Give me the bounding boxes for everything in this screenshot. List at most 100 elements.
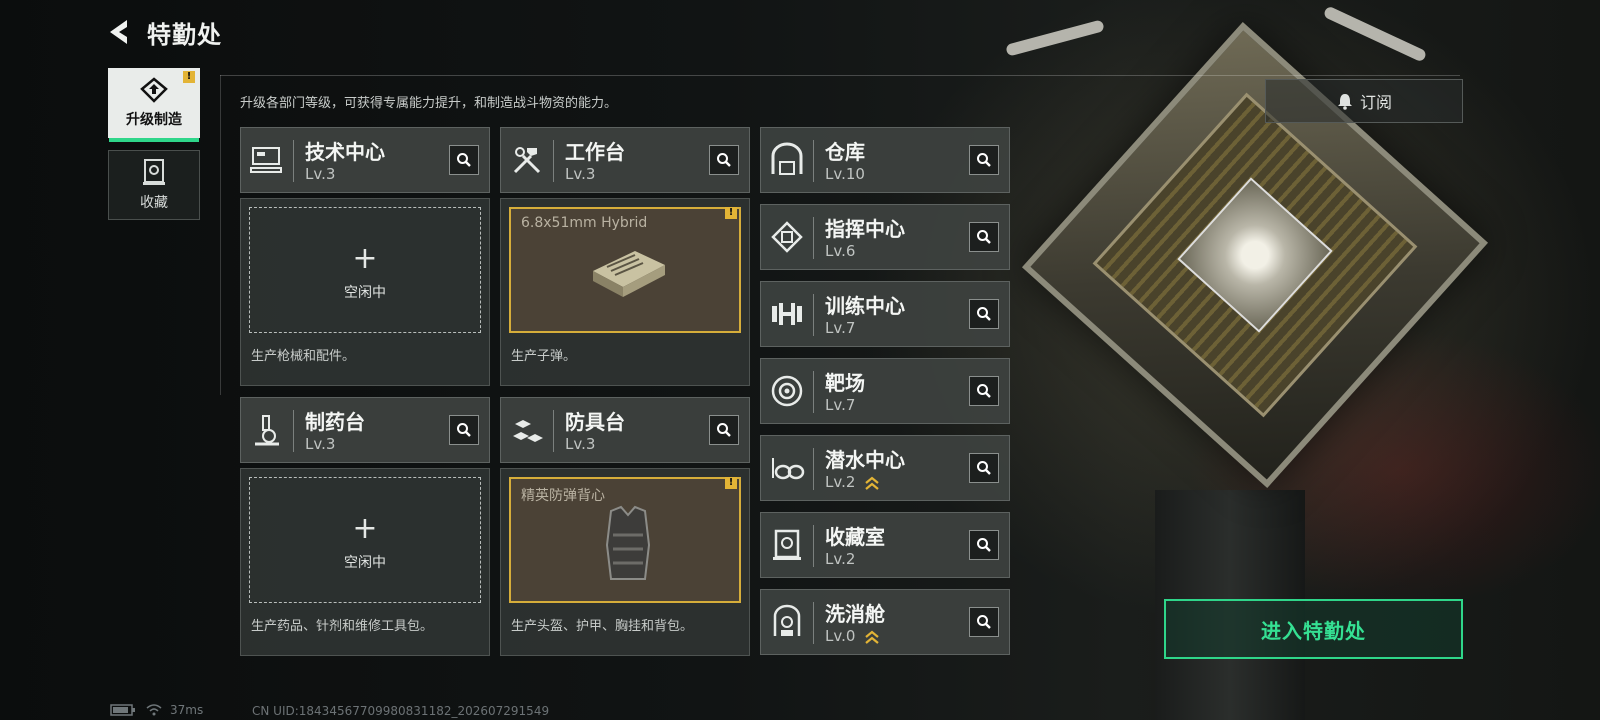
item-separator <box>813 525 814 567</box>
workshop-tech-center-header[interactable]: 技术中心 Lv.3 <box>240 127 490 193</box>
header-separator <box>293 140 294 182</box>
page-header: 特勤处 <box>105 14 222 50</box>
production-slot-empty[interactable]: + 空闲中 <box>249 207 481 333</box>
workshop-armor-body: ! 精英防弹背心 生产头盔、护甲、胸挂和背包。 <box>500 468 750 656</box>
wifi-icon <box>146 704 162 716</box>
collection-icon <box>773 529 801 560</box>
facility-decon-chamber[interactable]: 洗消舱 Lv.0 <box>760 589 1010 655</box>
inspect-button[interactable] <box>969 376 999 406</box>
workshop-description: 生产子弹。 <box>511 349 577 364</box>
search-icon <box>717 423 731 437</box>
workshop-description: 生产药品、针剂和维修工具包。 <box>251 619 434 634</box>
inspect-button[interactable] <box>969 222 999 252</box>
workshop-level: Lv.3 <box>305 435 336 453</box>
status-bar: 37ms <box>110 703 203 717</box>
header-separator <box>293 410 294 452</box>
facility-name: 靶场 <box>825 371 865 395</box>
ping-value: 37ms <box>170 703 204 717</box>
header-separator <box>553 140 554 182</box>
diving-mask-icon <box>772 458 805 480</box>
search-icon <box>717 153 731 167</box>
workshop-level: Lv.3 <box>565 435 596 453</box>
hammer-wrench-icon <box>513 147 541 174</box>
workshop-name: 防具台 <box>565 410 625 434</box>
search-icon <box>977 153 991 167</box>
add-icon: + <box>352 511 378 546</box>
item-separator <box>813 217 814 259</box>
facility-name: 潜水中心 <box>825 448 905 472</box>
facility-warehouse[interactable]: 仓库 Lv.10 <box>760 127 1010 193</box>
item-separator <box>813 294 814 336</box>
decon-icon <box>773 604 801 636</box>
tech-terminal-icon <box>250 147 282 173</box>
microscope-icon <box>255 415 279 446</box>
search-icon <box>457 423 471 437</box>
subscribe-label: 订阅 <box>1359 93 1392 112</box>
facility-name: 洗消舱 <box>825 602 885 626</box>
workshop-name: 技术中心 <box>305 140 385 164</box>
page-description: 升级各部门等级，可获得专属能力提升，和制造战斗物资的能力。 <box>240 96 618 111</box>
facility-training-center[interactable]: 训练中心 Lv.7 <box>760 281 1010 347</box>
workshop-name: 制药台 <box>305 410 365 434</box>
search-icon <box>977 538 991 552</box>
facility-level: Lv.0 <box>825 627 880 645</box>
enter-special-ops-button[interactable]: 进入特勤处 <box>1164 599 1463 659</box>
facility-name: 收藏室 <box>825 525 885 549</box>
item-separator <box>813 371 814 413</box>
inspect-button[interactable] <box>969 530 999 560</box>
armor-blocks-icon <box>513 420 543 442</box>
inspect-button[interactable] <box>709 145 739 175</box>
ammo-box-icon <box>593 251 665 297</box>
facility-diving-center[interactable]: 潜水中心 Lv.2 <box>760 435 1010 501</box>
upgrade-available-icon <box>865 476 879 490</box>
facility-level: Lv.10 <box>825 165 865 183</box>
search-icon <box>977 461 991 475</box>
search-icon <box>977 615 991 629</box>
nav-tab-collection[interactable]: 收藏 <box>108 150 200 220</box>
warehouse-icon <box>771 142 803 175</box>
trophy-case-icon <box>143 159 165 185</box>
facility-level-text: Lv.2 <box>825 473 856 491</box>
item-separator <box>813 448 814 490</box>
upgrade-available-icon <box>865 630 879 644</box>
bell-icon <box>1337 94 1352 110</box>
facility-collection-room[interactable]: 收藏室 Lv.2 <box>760 512 1010 578</box>
inspect-button[interactable] <box>969 607 999 637</box>
facility-level: Lv.7 <box>825 396 856 414</box>
production-slot-empty[interactable]: + 空闲中 <box>249 477 481 603</box>
workshop-level: Lv.3 <box>305 165 336 183</box>
workshop-armor-header[interactable]: 防具台 Lv.3 <box>500 397 750 463</box>
production-slot-active[interactable]: ! 精英防弹背心 <box>509 477 741 603</box>
facility-name: 训练中心 <box>825 294 905 318</box>
inspect-button[interactable] <box>969 299 999 329</box>
inspect-button[interactable] <box>709 415 739 445</box>
inspect-button[interactable] <box>449 415 479 445</box>
nav-tab-upgrade-craft[interactable]: ! 升级制造 <box>108 68 200 142</box>
add-icon: + <box>352 241 378 276</box>
chip-icon <box>771 221 803 253</box>
facility-shooting-range[interactable]: 靶场 Lv.7 <box>760 358 1010 424</box>
battery-icon <box>110 704 135 716</box>
inspect-button[interactable] <box>449 145 479 175</box>
divider-vertical-line <box>220 75 221 395</box>
header-separator <box>553 410 554 452</box>
back-arrow-icon[interactable] <box>105 14 133 50</box>
slot-status: 空闲中 <box>344 555 386 571</box>
inspect-button[interactable] <box>969 145 999 175</box>
production-slot-active[interactable]: ! 6.8x51mm Hybrid <box>509 207 741 333</box>
inspect-button[interactable] <box>969 453 999 483</box>
workshop-name: 工作台 <box>565 140 625 164</box>
facility-command-center[interactable]: 指挥中心 Lv.6 <box>760 204 1010 270</box>
item-separator <box>813 140 814 182</box>
subscribe-button[interactable]: 订阅 <box>1265 79 1463 123</box>
workshop-pharmacy-header[interactable]: 制药台 Lv.3 <box>240 397 490 463</box>
workshop-description: 生产头盔、护甲、胸挂和背包。 <box>511 619 694 634</box>
facility-name: 指挥中心 <box>825 217 905 241</box>
workshop-workbench-header[interactable]: 工作台 Lv.3 <box>500 127 750 193</box>
vest-icon <box>605 505 651 580</box>
search-icon <box>457 153 471 167</box>
facility-level: Lv.2 <box>825 550 856 568</box>
workshop-description: 生产枪械和配件。 <box>251 349 356 364</box>
page-title: 特勤处 <box>147 20 222 49</box>
slot-status: 空闲中 <box>344 285 386 301</box>
